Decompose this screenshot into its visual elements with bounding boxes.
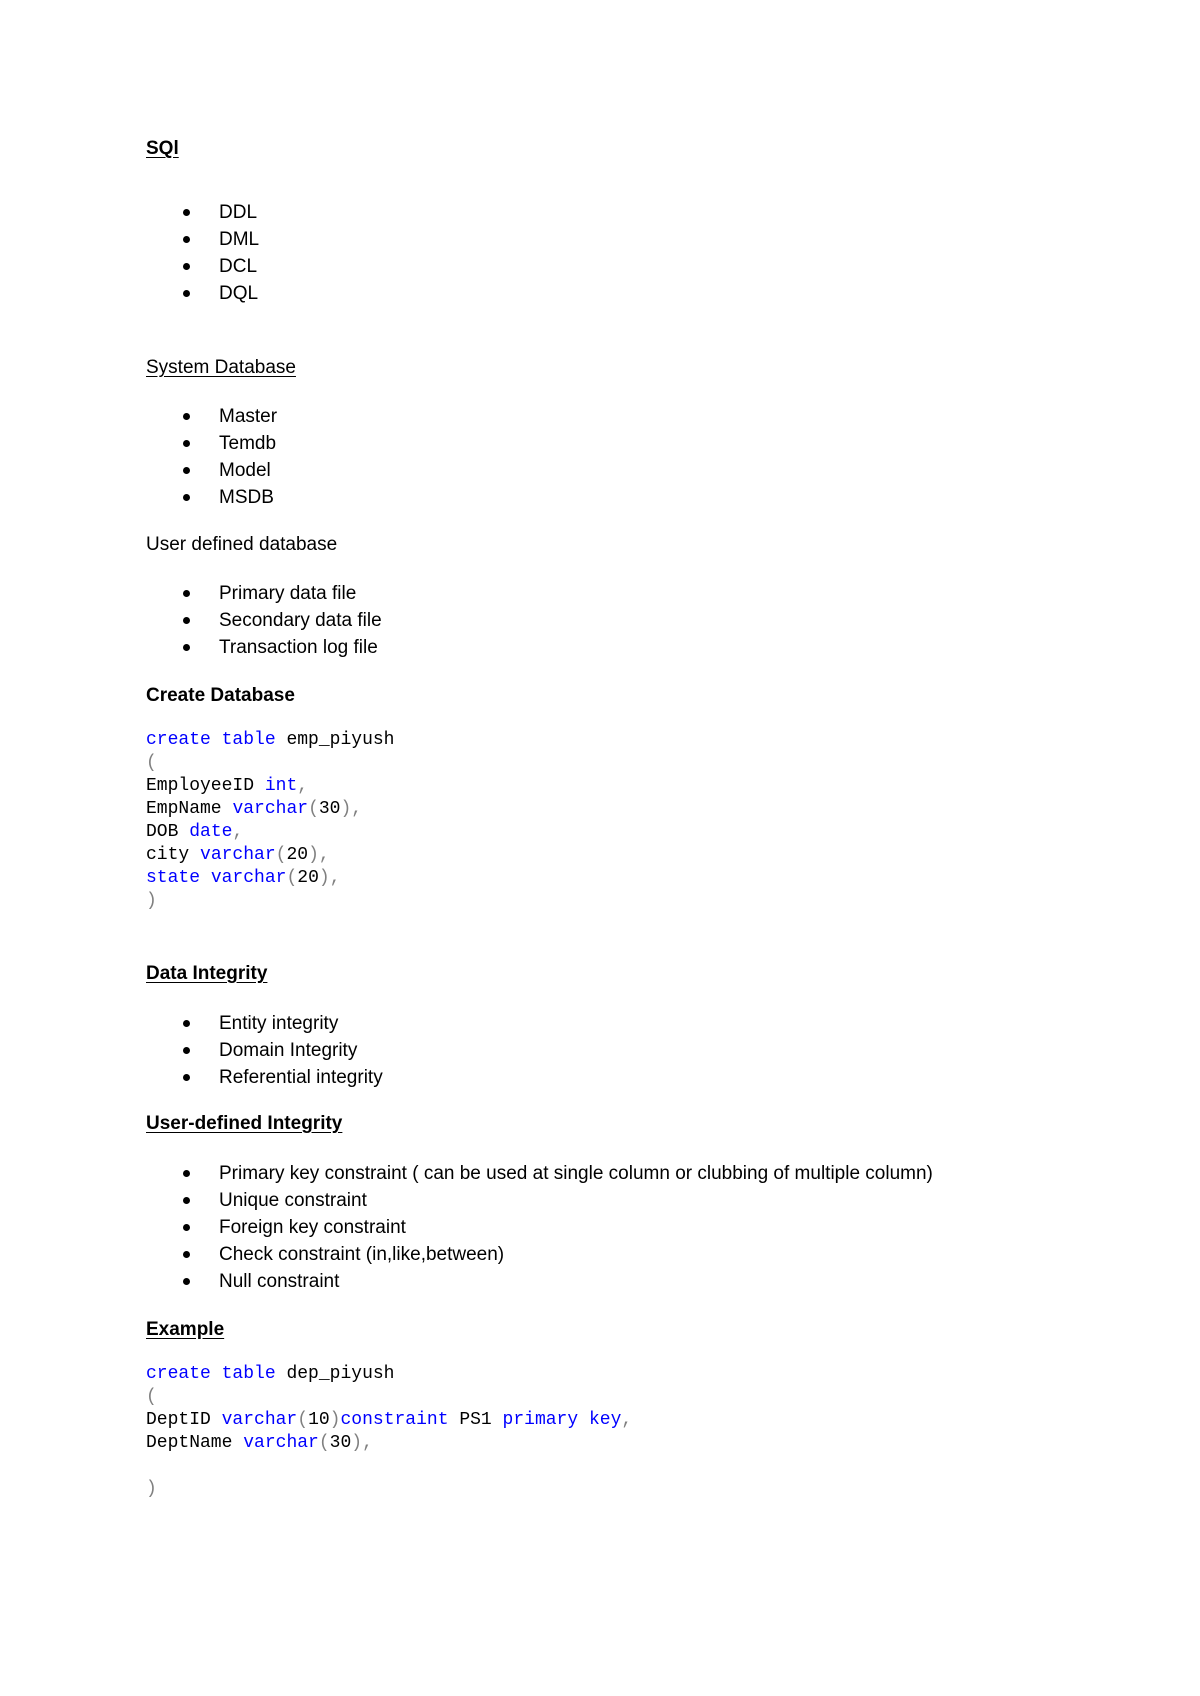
- code-line: EmployeeID int,: [146, 776, 309, 796]
- list-item: MSDB: [146, 484, 277, 511]
- bullet-icon: [183, 1170, 190, 1177]
- list-item: Primary data file: [146, 580, 382, 607]
- code-block: create table dep_piyush ( DeptID varchar(1…: [146, 1363, 632, 1501]
- user-db-list: Primary data file Secondary data file Tr…: [146, 580, 382, 661]
- bullet-icon: [183, 494, 190, 501]
- list-item: Null constraint: [146, 1268, 933, 1295]
- data-integrity-heading: Data Integrity: [146, 963, 268, 984]
- code-line: DeptName varchar(30),: [146, 1433, 373, 1453]
- bullet-icon: [183, 1047, 190, 1054]
- list-item: Foreign key constraint: [146, 1214, 933, 1241]
- code-line: ): [146, 891, 157, 911]
- code-line: ): [146, 1479, 157, 1499]
- create-db-heading: Create Database: [146, 685, 295, 706]
- code-line: DeptID varchar(10)constraint PS1 primary…: [146, 1410, 633, 1430]
- user-db-list-block: Primary data file Secondary data file Tr…: [146, 580, 382, 661]
- bullet-icon: [183, 440, 190, 447]
- list-item: DCL: [146, 253, 259, 280]
- sql-list-block: DDL DML DCL DQL: [146, 199, 259, 307]
- bullet-icon: [183, 413, 190, 420]
- bullet-icon: [183, 1224, 190, 1231]
- bullet-icon: [183, 1278, 190, 1285]
- list-item: Transaction log file: [146, 634, 382, 661]
- bullet-icon: [183, 590, 190, 597]
- data-integrity-list-block: Entity integrity Domain Integrity Refere…: [146, 1010, 383, 1091]
- list-item: Entity integrity: [146, 1010, 383, 1037]
- code-block: create table emp_piyush ( EmployeeID int, E…: [146, 729, 394, 913]
- list-item: Unique constraint: [146, 1187, 933, 1214]
- list-item: Referential integrity: [146, 1064, 383, 1091]
- bullet-icon: [183, 290, 190, 297]
- list-item: Master: [146, 403, 277, 430]
- bullet-icon: [183, 209, 190, 216]
- sql-section: SQl: [146, 137, 179, 161]
- user-integrity-heading: User-defined Integrity: [146, 1113, 343, 1134]
- create-db-section: Create Database: [146, 684, 295, 708]
- bullet-icon: [183, 467, 190, 474]
- bullet-icon: [183, 1074, 190, 1081]
- bullet-icon: [183, 263, 190, 270]
- example-heading: Example: [146, 1319, 225, 1340]
- user-db-section: User defined database: [146, 533, 337, 557]
- code-line: create table dep_piyush: [146, 1364, 395, 1384]
- system-db-list: Master Temdb Model MSDB: [146, 403, 277, 511]
- bullet-icon: [183, 644, 190, 651]
- example-code-block: create table dep_piyush ( DeptID varchar(1…: [146, 1363, 632, 1501]
- user-integrity-section: User-defined Integrity: [146, 1112, 342, 1136]
- list-item: DQL: [146, 280, 259, 307]
- create-db-code-block: create table emp_piyush ( EmployeeID int, E…: [146, 729, 394, 913]
- user-db-heading: User defined database: [146, 534, 338, 555]
- example-section: Example: [146, 1318, 224, 1342]
- list-item: Primary key constraint ( can be used at …: [146, 1160, 933, 1187]
- code-line: create table emp_piyush: [146, 730, 395, 750]
- sql-heading: SQl: [146, 138, 179, 159]
- list-item: Check constraint (in,like,between): [146, 1241, 933, 1268]
- code-line: city varchar(20),: [146, 845, 330, 865]
- user-integrity-list: Primary key constraint ( can be used at …: [146, 1160, 933, 1295]
- data-integrity-section: Data Integrity: [146, 962, 267, 986]
- data-integrity-list: Entity integrity Domain Integrity Refere…: [146, 1010, 383, 1091]
- code-line: EmpName varchar(30),: [146, 799, 363, 819]
- bullet-icon: [183, 236, 190, 243]
- list-item: Temdb: [146, 430, 277, 457]
- system-db-heading: System Database: [146, 357, 296, 378]
- code-line: DOB date,: [146, 822, 244, 842]
- system-db-section: System Database: [146, 356, 296, 380]
- list-item: DML: [146, 226, 259, 253]
- list-item: Domain Integrity: [146, 1037, 383, 1064]
- code-line: (: [146, 1387, 157, 1407]
- bullet-icon: [183, 1020, 190, 1027]
- code-line: (: [146, 753, 157, 773]
- system-db-list-block: Master Temdb Model MSDB: [146, 403, 277, 511]
- list-item: DDL: [146, 199, 259, 226]
- user-integrity-list-block: Primary key constraint ( can be used at …: [146, 1160, 933, 1295]
- list-item: Model: [146, 457, 277, 484]
- code-line: state varchar(20),: [146, 868, 341, 888]
- bullet-icon: [183, 617, 190, 624]
- sql-list: DDL DML DCL DQL: [146, 199, 259, 307]
- bullet-icon: [183, 1197, 190, 1204]
- list-item: Secondary data file: [146, 607, 382, 634]
- bullet-icon: [183, 1251, 190, 1258]
